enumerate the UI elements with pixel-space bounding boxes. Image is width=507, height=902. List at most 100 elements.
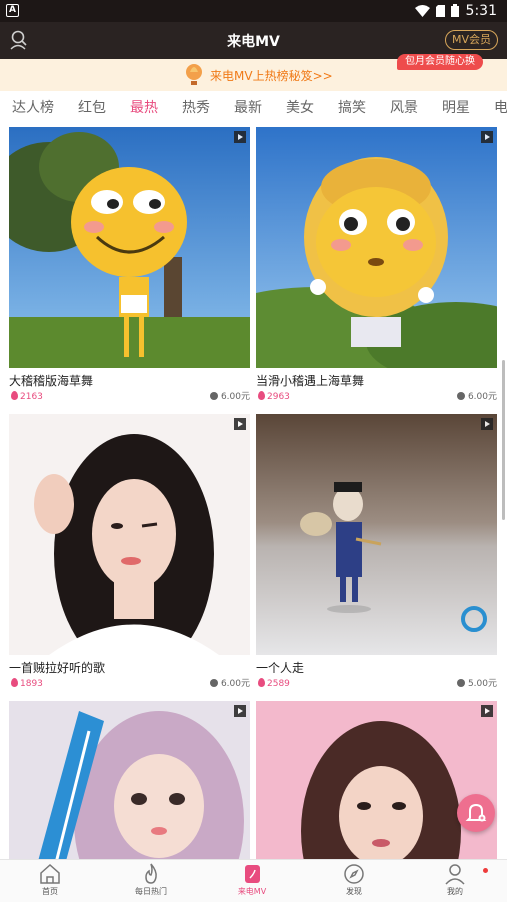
cartoon-figure-thumbnail — [256, 414, 497, 655]
battery-icon — [451, 4, 459, 17]
promo-banner[interactable]: 来电MV上热榜秘笈>> 包月会员随心换 — [0, 54, 507, 91]
price-value: 6.00元 — [220, 392, 250, 402]
banner-text: 来电MV上热榜秘笈>> — [210, 69, 333, 83]
video-play-icon — [234, 131, 246, 143]
likes-value: 2963 — [267, 392, 290, 402]
flame-icon — [145, 863, 157, 884]
bell-icon — [465, 803, 487, 822]
tab-hongbao[interactable]: 红包 — [78, 97, 106, 117]
tab-mingxing[interactable]: 明星 — [442, 97, 470, 117]
hot-air-balloon-icon — [186, 64, 202, 85]
category-tabs: 达人榜 红包 最热 热秀 最新 美女 搞笑 风景 明星 电 — [0, 91, 507, 123]
person-icon — [445, 864, 465, 885]
price: 6.00元 — [456, 389, 497, 405]
bottom-navigation: 首页 每日热门 来电MV 发现 我的 — [0, 859, 507, 902]
video-play-icon — [481, 418, 493, 430]
price: 5.00元 — [456, 676, 497, 692]
scroll-indicator[interactable] — [502, 360, 505, 520]
nav-label: 来电MV — [237, 887, 267, 896]
emoji-character-thumbnail — [256, 127, 497, 368]
video-play-icon — [481, 131, 493, 143]
sim-icon — [436, 4, 445, 17]
compass-icon — [344, 864, 364, 884]
video-card[interactable]: 当滑小稽遇上海草舞 2963 6.00元 — [256, 127, 497, 405]
video-grid: 大稽稽版海草舞 2163 6.00元 当滑小稽遇上海草舞 2963 6.00元 … — [0, 123, 507, 859]
video-play-icon — [234, 705, 246, 717]
home-icon — [40, 863, 60, 884]
tab-dian[interactable]: 电 — [494, 97, 507, 117]
nav-label: 首页 — [42, 887, 58, 896]
likes-count: 2589 — [258, 676, 290, 692]
tab-fengjing[interactable]: 风景 — [390, 97, 418, 117]
nav-label: 每日热门 — [135, 887, 167, 896]
nav-home[interactable]: 首页 — [10, 862, 90, 897]
status-bar: A 5:31 — [0, 0, 507, 22]
price-value: 6.00元 — [467, 392, 497, 402]
likes-value: 1893 — [20, 679, 43, 689]
price: 6.00元 — [209, 676, 250, 692]
price-value: 5.00元 — [467, 679, 497, 689]
flame-icon — [11, 391, 18, 400]
status-icons — [415, 4, 459, 17]
membership-tag: 包月会员随心换 — [397, 54, 483, 70]
notification-dot — [483, 868, 488, 873]
flame-icon — [258, 391, 265, 400]
app-notification-icon: A — [6, 4, 19, 17]
flame-icon — [11, 678, 18, 687]
price-value: 6.00元 — [220, 679, 250, 689]
ringtone-bell-button[interactable] — [457, 794, 495, 832]
likes-value: 2163 — [20, 392, 43, 402]
coin-icon — [456, 392, 465, 400]
video-card[interactable]: 一首贼拉好听的歌 1893 6.00元 — [9, 414, 250, 692]
video-title: 当滑小稽遇上海草舞 — [256, 374, 365, 388]
emoji-character-thumbnail — [9, 127, 250, 368]
video-meta: 2163 6.00元 — [9, 389, 250, 405]
woman-portrait-thumbnail — [256, 701, 497, 859]
mv-membership-button[interactable]: MV会员 — [444, 30, 498, 50]
video-title: 一首贼拉好听的歌 — [9, 661, 106, 675]
video-play-icon — [234, 418, 246, 430]
video-meta: 2963 6.00元 — [256, 389, 497, 405]
coin-icon — [209, 679, 218, 687]
girl-portrait-thumbnail — [9, 414, 250, 655]
nav-label: 发现 — [346, 887, 362, 896]
likes-count: 2963 — [258, 389, 290, 405]
video-thumbnail[interactable] — [256, 127, 497, 368]
tab-meinv[interactable]: 美女 — [286, 97, 314, 117]
coin-icon — [456, 679, 465, 687]
nav-me[interactable]: 我的 — [415, 862, 495, 897]
video-thumbnail[interactable] — [9, 701, 250, 859]
video-thumbnail[interactable] — [256, 414, 497, 655]
coin-icon — [209, 392, 218, 400]
likes-value: 2589 — [267, 679, 290, 689]
tab-daren[interactable]: 达人榜 — [12, 97, 54, 117]
tab-zuire[interactable]: 最热 — [130, 97, 158, 117]
mv-phone-icon — [245, 865, 260, 883]
nav-mv[interactable]: 来电MV — [212, 862, 292, 897]
wifi-icon — [415, 4, 430, 17]
nav-label: 我的 — [447, 887, 463, 896]
video-thumbnail[interactable] — [9, 414, 250, 655]
video-title: 大稽稽版海草舞 — [9, 374, 94, 388]
tab-zuixin[interactable]: 最新 — [234, 97, 262, 117]
girl-with-fan-thumbnail — [9, 701, 250, 859]
video-card[interactable]: 一个人走 2589 5.00元 — [256, 414, 497, 692]
tab-rexiu[interactable]: 热秀 — [182, 97, 210, 117]
likes-count: 2163 — [11, 389, 43, 405]
video-meta: 1893 6.00元 — [9, 676, 250, 692]
nav-daily-hot[interactable]: 每日热门 — [111, 862, 191, 897]
price: 6.00元 — [209, 389, 250, 405]
page-title: 来电MV — [227, 34, 280, 50]
video-card[interactable]: 大稽稽版海草舞 2163 6.00元 — [9, 127, 250, 405]
flame-icon — [258, 678, 265, 687]
video-thumbnail[interactable] — [256, 701, 497, 859]
video-play-icon — [481, 705, 493, 717]
tab-gaoxiao[interactable]: 搞笑 — [338, 97, 366, 117]
video-card[interactable] — [256, 701, 497, 859]
likes-count: 1893 — [11, 676, 43, 692]
nav-discover[interactable]: 发现 — [314, 862, 394, 897]
clock: 5:31 — [465, 3, 497, 19]
video-title: 一个人走 — [256, 661, 305, 675]
video-card[interactable] — [9, 701, 250, 859]
video-thumbnail[interactable] — [9, 127, 250, 368]
